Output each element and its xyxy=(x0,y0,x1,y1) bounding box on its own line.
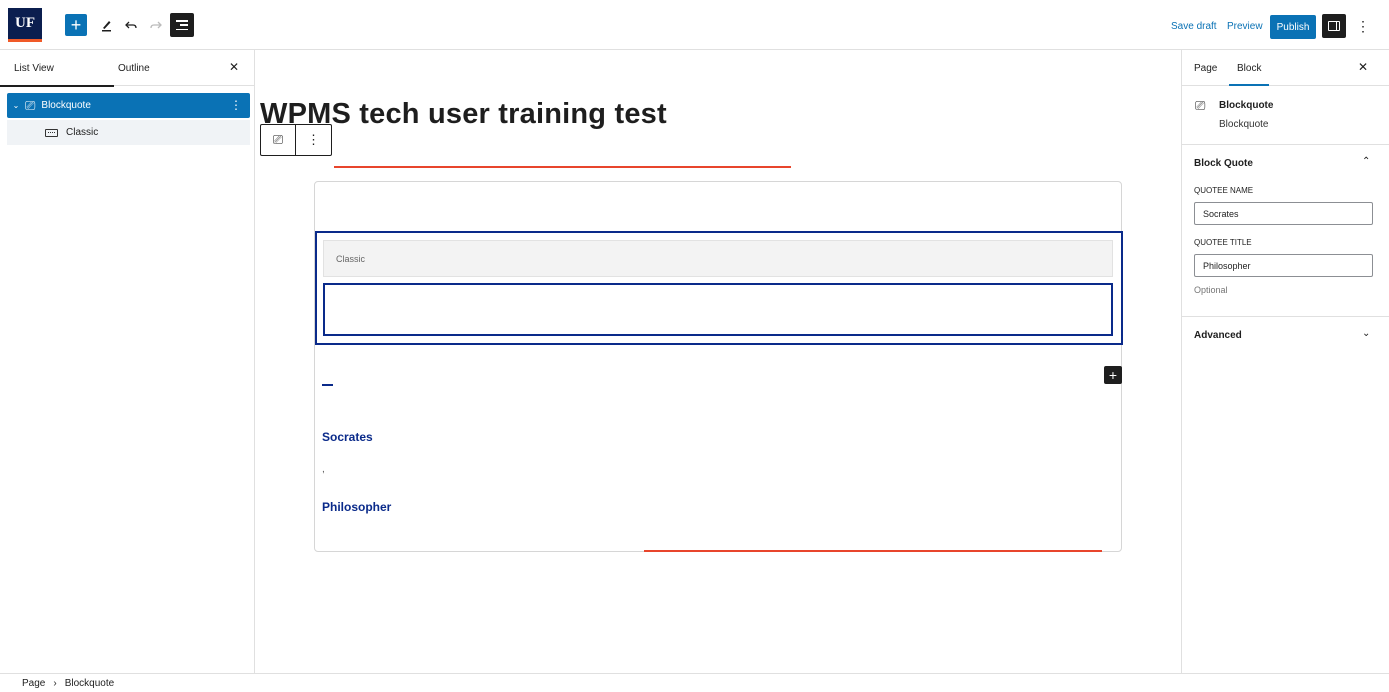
list-view-item-label: Classic xyxy=(66,127,99,138)
tab-block[interactable]: Block xyxy=(1228,63,1271,86)
tools-button[interactable] xyxy=(96,13,118,37)
save-draft-button[interactable]: Save draft xyxy=(1171,21,1217,32)
list-view-item-blockquote[interactable]: ⌄ ⎚ Blockquote ⋮ xyxy=(7,93,250,118)
block-inserter-button[interactable]: + xyxy=(1104,366,1122,384)
list-view-panel: List View Outline ✕ ⌄ ⎚ Blockquote ⋮ Cla… xyxy=(0,50,255,673)
quotee-name-label: QUOTEE NAME xyxy=(1194,186,1254,195)
tab-list-view[interactable]: List View xyxy=(0,63,114,87)
panel-advanced-toggle[interactable]: Advanced xyxy=(1194,330,1242,341)
chevron-up-icon[interactable]: ⌃ xyxy=(1362,156,1370,167)
chevron-down-icon[interactable]: ⌄ xyxy=(1362,328,1370,339)
block-options-button[interactable]: ⋮ xyxy=(296,125,331,155)
vertical-ellipsis-icon[interactable]: ⋮ xyxy=(230,98,242,112)
close-icon[interactable]: ✕ xyxy=(1358,60,1368,74)
site-logo[interactable]: UF xyxy=(8,8,42,42)
publish-button[interactable]: Publish xyxy=(1270,15,1316,39)
sidebar-tabs: Page Block ✕ xyxy=(1182,50,1389,86)
preview-button[interactable]: Preview xyxy=(1227,21,1263,32)
tab-outline[interactable]: Outline xyxy=(118,63,150,74)
list-view-item-label: Blockquote xyxy=(41,100,91,111)
quotee-separator: , xyxy=(322,464,325,475)
options-button[interactable]: ⋮ xyxy=(1356,15,1370,37)
block-type-button[interactable]: ⎚ xyxy=(261,125,296,155)
settings-toggle-button[interactable] xyxy=(1322,14,1346,38)
vertical-ellipsis-icon: ⋮ xyxy=(1356,17,1370,34)
classic-toolbar[interactable]: Classic xyxy=(323,240,1113,277)
blockquote-icon: ⎚ xyxy=(25,97,36,113)
quotee-title-label: QUOTEE TITLE xyxy=(1194,238,1252,247)
document-overview-icon xyxy=(176,20,188,30)
field-help-text: Optional xyxy=(1194,285,1228,295)
classic-block[interactable]: Classic xyxy=(315,231,1123,345)
chevron-right-icon: › xyxy=(53,677,57,689)
quote-dash xyxy=(322,384,333,386)
panel-block-quote-toggle[interactable]: Block Quote xyxy=(1194,158,1253,169)
sidebar-toggle-icon xyxy=(1328,21,1340,31)
blockquote-icon: ⎚ xyxy=(272,132,284,147)
block-title: Blockquote xyxy=(1219,100,1274,111)
block-toolbar: ⎚ ⋮ xyxy=(260,124,332,156)
tab-page[interactable]: Page xyxy=(1194,63,1217,74)
list-view-tabs: List View Outline ✕ xyxy=(0,50,254,87)
breadcrumb-item-page[interactable]: Page xyxy=(22,678,45,689)
add-block-button[interactable]: + xyxy=(65,14,87,36)
divider xyxy=(1182,316,1389,317)
plus-icon: + xyxy=(1108,367,1118,383)
keyboard-icon xyxy=(45,128,58,137)
list-view-item-classic[interactable]: Classic xyxy=(7,120,250,145)
editor-header: UF + Save draft Preview Publish ⋮ xyxy=(0,0,1389,50)
blockquote-icon: ⎚ xyxy=(1195,98,1206,113)
plus-icon: + xyxy=(70,14,82,35)
quotee-name-field[interactable]: Socrates xyxy=(1194,202,1373,225)
quotee-title: Philosopher xyxy=(322,500,392,514)
pencil-icon xyxy=(102,21,111,32)
document-overview-button[interactable] xyxy=(170,13,194,37)
undo-icon xyxy=(125,21,137,29)
settings-sidebar: Page Block ✕ ⎚ Blockquote Blockquote Blo… xyxy=(1181,50,1389,673)
undo-button[interactable] xyxy=(120,13,142,37)
block-card: ⎚ Blockquote Blockquote xyxy=(1182,87,1389,145)
block-description: Blockquote xyxy=(1219,119,1269,130)
blockquote-block[interactable]: Classic + Socrates , Philosopher xyxy=(314,181,1123,552)
classic-editor-area[interactable] xyxy=(323,283,1113,336)
redo-button[interactable] xyxy=(145,13,167,37)
quotee-title-field[interactable]: Philosopher xyxy=(1194,254,1373,277)
vertical-ellipsis-icon: ⋮ xyxy=(307,132,320,147)
editor-canvas: WPMS tech user training test ⎚ ⋮ Classic… xyxy=(256,50,1181,673)
decorative-rule xyxy=(334,166,791,168)
quotee-name: Socrates xyxy=(322,430,373,444)
redo-icon xyxy=(150,21,162,29)
chevron-down-icon[interactable]: ⌄ xyxy=(9,101,23,110)
decorative-rule xyxy=(644,550,1102,552)
breadcrumb: Page › Blockquote xyxy=(0,673,1389,692)
close-icon[interactable]: ✕ xyxy=(229,60,239,74)
breadcrumb-item-blockquote[interactable]: Blockquote xyxy=(65,678,114,689)
